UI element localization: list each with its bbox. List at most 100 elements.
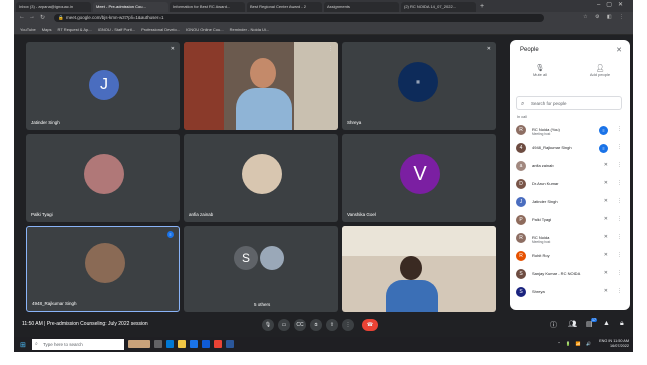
browser-tab[interactable]: Best Regional Center Award - 2 [247, 2, 322, 12]
mute-all-button[interactable]: 🎙︎ Mute all [520, 64, 560, 77]
add-person-icon: 👤︎ [595, 65, 605, 72]
people-icon[interactable]: 👥︎ [568, 320, 577, 328]
others-tile[interactable]: S 5 others [184, 226, 338, 312]
word-icon[interactable] [202, 340, 210, 348]
participant-video-tile[interactable]: ⋮ [184, 42, 338, 130]
participant-name: Jatinder Singh [31, 120, 60, 125]
more-options-icon[interactable]: ⋮ [617, 198, 622, 204]
more-options-icon[interactable]: ⋮ [342, 319, 354, 331]
present-icon[interactable]: ⇧ [326, 319, 338, 331]
window-controls[interactable]: –▢✕ [597, 1, 629, 8]
mic-off-icon: ✕ [603, 252, 608, 258]
new-tab-icon[interactable]: + [480, 2, 484, 12]
app-icon[interactable] [226, 340, 234, 348]
avatar: V [400, 154, 440, 194]
participant-tile[interactable]: Palki Tyagi [26, 134, 180, 222]
participant-tile[interactable]: ▦ ✕ Shreya [342, 42, 496, 130]
chat-icon[interactable]: ▤ [586, 320, 593, 328]
edge-icon[interactable] [166, 340, 174, 348]
video-background [294, 42, 338, 130]
speaking-icon: ≡ [599, 144, 608, 153]
participant-row[interactable]: 4 4948_Rajkumar Singh ≡ ⋮ [516, 140, 624, 158]
avatar: S [234, 246, 258, 270]
mic-icon[interactable]: 🎙︎ [262, 319, 274, 331]
participant-row[interactable]: J Jatinder Singh ✕ ⋮ [516, 194, 624, 212]
task-view-icon[interactable] [154, 340, 162, 348]
participant-row[interactable]: P Palki Tyagi ✕ ⋮ [516, 212, 624, 230]
mic-off-icon: ✕ [603, 162, 608, 168]
participant-tile[interactable]: J ✕ Jatinder Singh [26, 42, 180, 130]
self-face [400, 256, 422, 280]
participant-name: Shreya [532, 289, 545, 294]
browser-tab[interactable]: Assignments [324, 2, 399, 12]
clock-date: 16/07/2022 [609, 344, 629, 348]
extension-icons[interactable]: ☆ ⚙ ◧ ⋮ [583, 14, 627, 20]
participant-name: Dr.Arun Kumar [532, 181, 559, 186]
bookmark-item[interactable]: Maps [42, 27, 52, 32]
activities-icon[interactable]: ▲ [603, 320, 610, 327]
clock-time: 11:50 AM [613, 339, 629, 343]
bookmark-item[interactable]: Reminder - Noida Ui... [230, 27, 270, 32]
end-call-button[interactable]: ☎︎ [362, 319, 378, 331]
more-options-icon[interactable]: ⋮ [617, 180, 622, 186]
participant-name: anfia zainab [189, 212, 214, 217]
participant-row[interactable]: D Dr.Arun Kumar ✕ ⋮ [516, 176, 624, 194]
file-explorer-icon[interactable] [178, 340, 186, 348]
more-options-icon[interactable]: ⋮ [617, 234, 622, 240]
camera-icon[interactable]: ▭ [278, 319, 290, 331]
reload-icon[interactable]: ↻ [40, 14, 45, 21]
bookmark-item[interactable]: IGNOU - Staff Portl... [98, 27, 136, 32]
participant-row[interactable]: R RC Noida Meeting host ✕ ⋮ [516, 230, 624, 248]
chrome-icon[interactable] [214, 340, 222, 348]
more-options-icon[interactable]: ⋮ [617, 162, 622, 168]
bookmark-item[interactable]: IGNOU Online Cou... [186, 27, 224, 32]
browser-tab-active[interactable]: Meet - Pre-admission Cou... [93, 2, 168, 12]
add-people-button[interactable]: 👤︎ Add people [580, 64, 620, 77]
language-indicator: ENG IN [599, 339, 613, 343]
back-icon[interactable]: ← [19, 14, 25, 20]
mic-off-icon: ✕ [603, 234, 608, 240]
participant-tile[interactable]: anfia zainab [184, 134, 338, 222]
system-tray-icons[interactable]: ⌃ 🔋 📶 🔊 [557, 341, 593, 346]
mail-icon[interactable] [190, 340, 198, 348]
browser-tab[interactable]: Information for Best RC Award... [170, 2, 245, 12]
clock[interactable]: ENG IN 11:50 AM 16/07/2022 [599, 339, 629, 349]
taskbar-search-input[interactable]: ⌕ Type here to search [32, 339, 124, 350]
panel-title: People [520, 47, 539, 53]
self-video-tile[interactable] [342, 226, 496, 312]
bookmark-item[interactable]: Professional Develo... [141, 27, 180, 32]
bookmark-item[interactable]: RT Request & Ap... [58, 27, 92, 32]
participant-row[interactable]: R RC Noida (You) Meeting host ≡ ⋮ [516, 122, 624, 140]
avatar [242, 154, 282, 194]
mic-off-icon: ✕ [603, 180, 608, 186]
avatar [85, 243, 125, 283]
more-options-icon[interactable]: ⋮ [617, 126, 622, 132]
info-icon[interactable]: ⓘ [550, 320, 557, 330]
mic-off-icon: ✕ [603, 216, 608, 222]
more-options-icon[interactable]: ⋮ [617, 270, 622, 276]
forward-icon[interactable]: → [29, 14, 35, 20]
browser-tab[interactable]: (2) RC NOIDA 14_07_2022... [401, 2, 476, 12]
news-widget-icon[interactable] [128, 340, 150, 348]
more-options-icon[interactable]: ⋮ [617, 288, 622, 294]
host-controls-icon[interactable]: 🔒︎ [620, 320, 624, 328]
more-options-icon[interactable]: ⋮ [617, 252, 622, 258]
close-icon[interactable]: ✕ [616, 46, 622, 54]
participant-row[interactable]: S Sanjay Kumar - RC NOIDA ✕ ⋮ [516, 266, 624, 284]
more-options-icon[interactable]: ⋮ [617, 144, 622, 150]
participant-tile[interactable]: V Vanshika Goel [342, 134, 496, 222]
search-people-input[interactable]: ⌕ Search for people [516, 96, 622, 110]
captions-icon[interactable]: CC [294, 319, 306, 331]
participant-tile-active[interactable]: ≡ 4948_Rajkumar Singh [26, 226, 180, 312]
participant-row[interactable]: S Shreya ✕ ⋮ [516, 284, 624, 302]
participant-name: Vanshika Goel [347, 212, 376, 217]
address-input[interactable]: 🔒 meet.google.com/bjs-kmn-wzt?pli=1&auth… [54, 14, 544, 22]
participant-name: anfia zainab [532, 163, 554, 168]
participant-row[interactable]: a anfia zainab ✕ ⋮ [516, 158, 624, 176]
more-options-icon[interactable]: ⋮ [617, 216, 622, 222]
bookmark-item[interactable]: YouTube [20, 27, 36, 32]
browser-tab[interactable]: Inbox (3) - arpana@ignouac.in [16, 2, 91, 12]
windows-start-icon[interactable]: ⊞ [20, 341, 26, 349]
raise-hand-icon[interactable]: ✋︎ [310, 319, 322, 331]
participant-row[interactable]: R Rohit Roy ✕ ⋮ [516, 248, 624, 266]
